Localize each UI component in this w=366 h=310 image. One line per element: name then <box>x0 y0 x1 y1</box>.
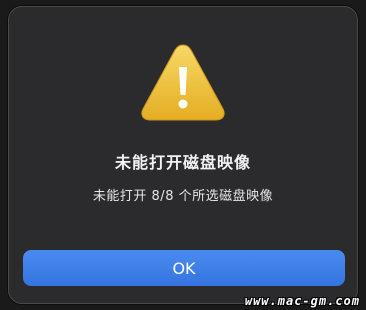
alert-dialog: 未能打开磁盘映像 未能打开 8/8 个所选磁盘映像 OK <box>8 6 358 304</box>
warning-triangle-icon <box>141 44 225 121</box>
dialog-message: 未能打开 8/8 个所选磁盘映像 <box>92 189 274 204</box>
dialog-title: 未能打开磁盘映像 <box>114 153 251 172</box>
ok-button[interactable]: OK <box>23 250 345 286</box>
site-watermark: www.mac-gm.com <box>244 294 360 308</box>
